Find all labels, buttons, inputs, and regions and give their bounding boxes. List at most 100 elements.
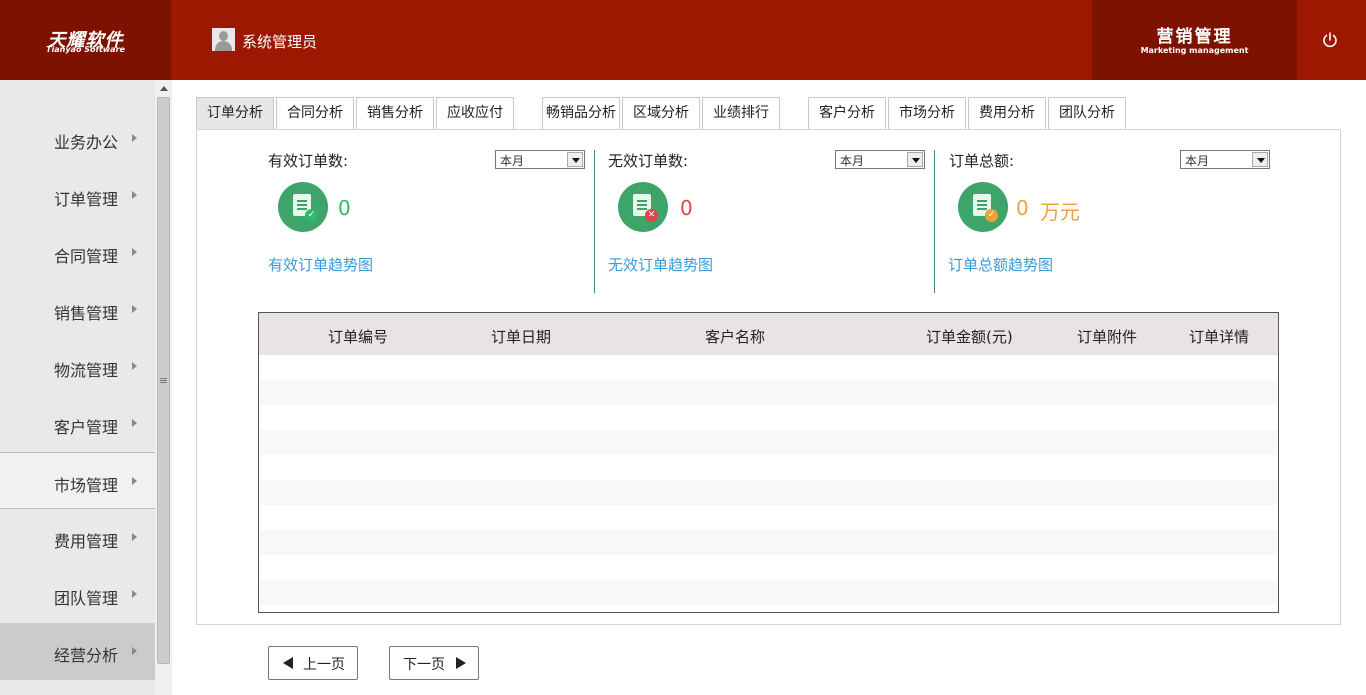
sidebar-item-label: 客户管理 <box>54 418 119 437</box>
column-header: 订单编号 <box>328 328 389 346</box>
tab-receivables-payables[interactable]: 应收应付 <box>436 97 514 130</box>
tab-market-analysis[interactable]: 市场分析 <box>888 97 966 130</box>
sidebar-item-business-analysis[interactable]: 经营分析 <box>0 623 155 680</box>
user-avatar-icon <box>212 28 235 51</box>
module-title: 营销管理 Marketing management <box>1092 0 1297 80</box>
scrollbar-thumb[interactable] <box>157 97 170 664</box>
top-header: 天耀软件 Tianyao Software 系统管理员 营销管理 Marketi… <box>0 0 1366 80</box>
column-header: 订单附件 <box>1077 328 1138 346</box>
chevron-right-icon <box>132 191 137 199</box>
select-value: 本月 <box>500 154 525 168</box>
table-header: 订单编号 订单日期 客户名称 订单金额(元) 订单附件 订单详情 <box>259 313 1278 355</box>
x-icon: ✕ <box>645 209 658 222</box>
tab-order-analysis[interactable]: 订单分析 <box>196 97 274 130</box>
invalid-orders-period-select[interactable]: 本月 <box>835 150 925 169</box>
column-header: 订单详情 <box>1189 328 1250 346</box>
table-row <box>259 430 1278 455</box>
sidebar-item-expenses[interactable]: 费用管理 <box>0 509 155 566</box>
sidebar-item-customers[interactable]: 客户管理 <box>0 395 155 452</box>
table-row <box>259 530 1278 555</box>
table-row <box>259 380 1278 405</box>
chevron-right-icon <box>132 305 137 313</box>
table-row <box>259 480 1278 505</box>
sidebar-item-label: 业务办公 <box>54 133 119 152</box>
orders-table: 订单编号 订单日期 客户名称 订单金额(元) 订单附件 订单详情 <box>258 312 1279 613</box>
chevron-right-icon <box>132 248 137 256</box>
invalid-orders-value: 0 <box>680 196 693 220</box>
prev-page-label: 上一页 <box>303 657 345 673</box>
order-total-value: 0 <box>1016 196 1029 220</box>
tab-team-analysis[interactable]: 团队分析 <box>1048 97 1126 130</box>
chevron-right-icon <box>132 477 137 485</box>
sidebar: 业务办公 订单管理 合同管理 销售管理 物流管理 客户管理 市场管理 费用管理 … <box>0 80 155 695</box>
valid-orders-value: 0 <box>338 196 351 220</box>
logo-subtext: Tianyao Software <box>46 45 125 54</box>
table-row <box>259 580 1278 605</box>
column-header: 订单金额(元) <box>926 328 1013 346</box>
sidebar-item-label: 市场管理 <box>54 476 119 495</box>
chevron-right-icon <box>132 647 137 655</box>
triangle-right-icon <box>456 657 466 669</box>
select-value: 本月 <box>1185 154 1210 168</box>
sidebar-item-logistics[interactable]: 物流管理 <box>0 338 155 395</box>
order-total-unit: 万元 <box>1040 200 1080 224</box>
order-total-label: 订单总额: <box>949 152 1015 170</box>
column-header: 客户名称 <box>705 328 766 346</box>
module-title-cn: 营销管理 <box>1156 27 1233 47</box>
tab-expense-analysis[interactable]: 费用分析 <box>968 97 1046 130</box>
sidebar-item-label: 物流管理 <box>54 361 119 380</box>
chevron-right-icon <box>132 533 137 541</box>
invalid-orders-trend-link[interactable]: 无效订单趋势图 <box>608 254 713 275</box>
sidebar-item-label: 经营分析 <box>54 646 119 665</box>
sidebar-item-sales[interactable]: 销售管理 <box>0 281 155 338</box>
user-name: 系统管理员 <box>242 33 318 51</box>
dropdown-arrow-icon[interactable] <box>907 152 923 167</box>
chevron-right-icon <box>132 419 137 427</box>
column-header: 订单日期 <box>491 328 552 346</box>
tab-contract-analysis[interactable]: 合同分析 <box>276 97 354 130</box>
chevron-right-icon <box>132 362 137 370</box>
dropdown-arrow-icon[interactable] <box>1252 152 1268 167</box>
tab-customer-analysis[interactable]: 客户分析 <box>808 97 886 130</box>
grip-icon <box>160 378 167 383</box>
sidebar-item-business-office[interactable]: 业务办公 <box>0 110 155 167</box>
dropdown-arrow-icon[interactable] <box>567 152 583 167</box>
order-total-icon: ✓ <box>958 182 1008 232</box>
check-icon: ✓ <box>985 209 998 222</box>
next-page-label: 下一页 <box>403 657 445 673</box>
sidebar-item-marketing[interactable]: 市场管理 <box>0 452 155 509</box>
power-icon[interactable] <box>1320 30 1340 50</box>
sidebar-item-team[interactable]: 团队管理 <box>0 566 155 623</box>
chevron-right-icon <box>132 590 137 598</box>
select-value: 本月 <box>840 154 865 168</box>
sidebar-item-label: 费用管理 <box>54 532 119 551</box>
triangle-left-icon <box>283 657 293 669</box>
divider <box>934 150 935 293</box>
sidebar-item-label: 订单管理 <box>54 190 119 209</box>
order-total-trend-link[interactable]: 订单总额趋势图 <box>948 254 1053 275</box>
sidebar-item-orders[interactable]: 订单管理 <box>0 167 155 224</box>
sidebar-item-label: 合同管理 <box>54 247 119 266</box>
valid-orders-period-select[interactable]: 本月 <box>495 150 585 169</box>
tab-sales-analysis[interactable]: 销售分析 <box>356 97 434 130</box>
prev-page-button[interactable]: 上一页 <box>268 646 358 680</box>
sidebar-item-label: 团队管理 <box>54 589 119 608</box>
module-title-en: Marketing management <box>1140 46 1249 55</box>
tab-bestseller-analysis[interactable]: 畅销品分析 <box>542 97 620 130</box>
valid-order-icon: ✓ <box>278 182 328 232</box>
invalid-order-icon: ✕ <box>618 182 668 232</box>
tab-performance-ranking[interactable]: 业绩排行 <box>702 97 780 130</box>
company-logo: 天耀软件 Tianyao Software <box>0 0 171 80</box>
invalid-orders-label: 无效订单数: <box>608 152 689 170</box>
valid-orders-trend-link[interactable]: 有效订单趋势图 <box>268 254 373 275</box>
next-page-button[interactable]: 下一页 <box>389 646 479 680</box>
tab-region-analysis[interactable]: 区域分析 <box>622 97 700 130</box>
divider <box>594 150 595 293</box>
sidebar-scrollbar[interactable] <box>155 80 172 695</box>
chevron-right-icon <box>132 134 137 142</box>
scroll-up-icon[interactable] <box>160 86 168 91</box>
order-total-period-select[interactable]: 本月 <box>1180 150 1270 169</box>
sidebar-item-contracts[interactable]: 合同管理 <box>0 224 155 281</box>
check-icon: ✓ <box>305 209 318 222</box>
sidebar-item-label: 销售管理 <box>54 304 119 323</box>
